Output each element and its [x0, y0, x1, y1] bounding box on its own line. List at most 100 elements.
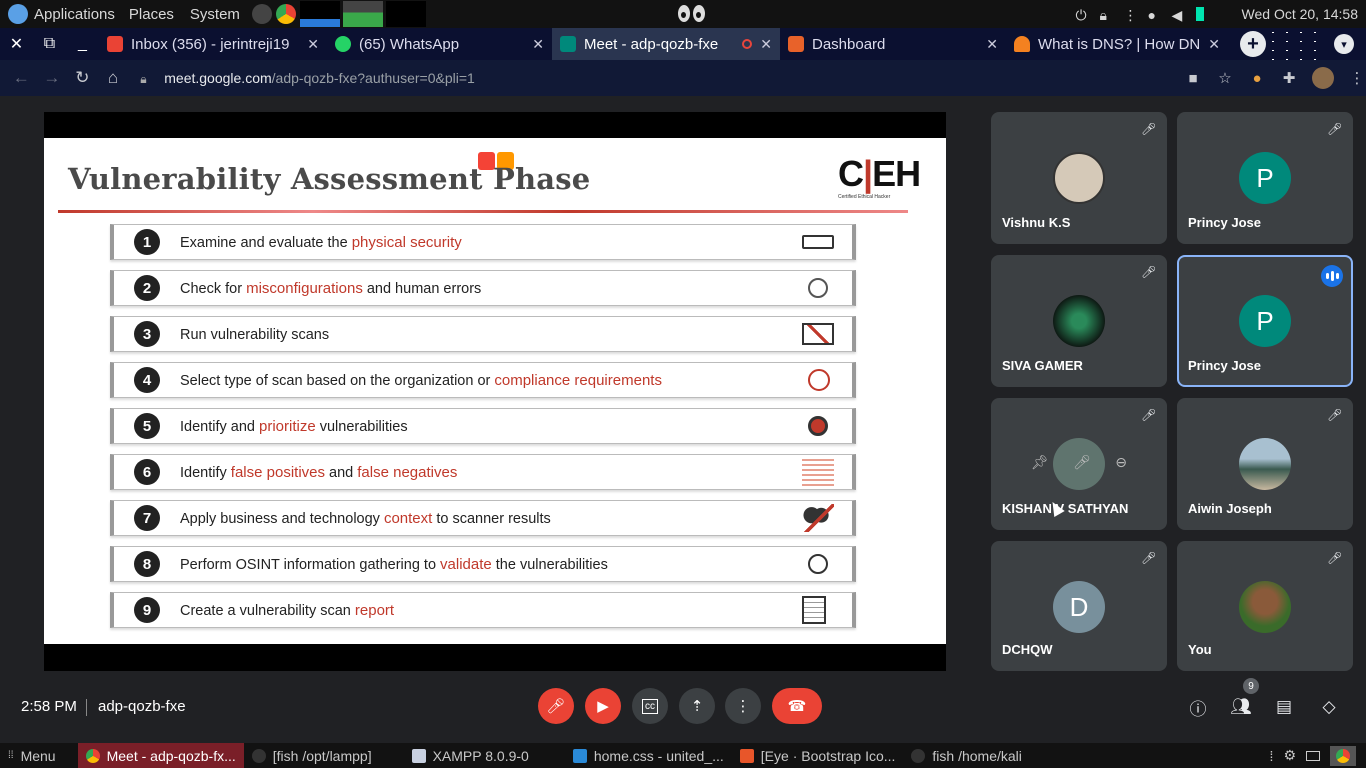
participant-name: You [1188, 642, 1212, 657]
close-tab-icon[interactable]: ✕ [307, 36, 319, 53]
participant-tile[interactable]: 🎤︎ Aiwin Joseph [1177, 398, 1353, 530]
clock[interactable]: Wed Oct 20, 14:58 [1242, 6, 1358, 22]
participant-tile[interactable]: 🎤︎ SIVA GAMER [991, 255, 1167, 387]
participant-tile[interactable]: 🎤︎ Vishnu K.S [991, 112, 1167, 244]
more-options-button[interactable]: ⋮ [725, 688, 761, 724]
microphone-icon[interactable]: ● [1148, 7, 1162, 23]
step-row: 9 Create a vulnerability scan report [110, 592, 856, 628]
toggle-mic-button[interactable]: 🎤︎ [538, 688, 574, 724]
close-tab-icon[interactable]: ✕ [986, 36, 998, 53]
taskbar-item-terminal-lampp[interactable]: [fish /opt/lampp] [244, 743, 380, 768]
close-tab-icon[interactable]: ✕ [1208, 36, 1220, 53]
hang-up-icon: ☎ [787, 698, 807, 715]
tray-chrome-icon[interactable] [1330, 745, 1356, 766]
step-text: Run vulnerability scans [180, 326, 330, 343]
recording-icon [742, 39, 753, 49]
camera-blocked-icon[interactable]: ■ [1184, 69, 1202, 87]
activities-button[interactable]: ◇ [1318, 696, 1340, 718]
present-button[interactable]: ⇡ [679, 688, 715, 724]
url-field[interactable]: 🔒︎ meet.google.com/adp-qozb-fxe?authuser… [140, 64, 1162, 92]
minimize-window-icon[interactable]: _ [66, 28, 99, 60]
participant-tile[interactable]: 🎤︎ D DCHQW [991, 541, 1167, 671]
tab-dashboard[interactable]: Dashboard ✕ [780, 28, 1006, 60]
taskbar: ⁞⁞ Menu Meet - adp-qozb-fx... [fish /opt… [0, 743, 1366, 768]
more-vert-icon[interactable]: ⋮ [1124, 7, 1138, 23]
kali-logo-icon [8, 4, 28, 24]
terminal-launcher-icon[interactable] [251, 4, 272, 24]
volume-icon[interactable]: ◀ [1172, 7, 1186, 23]
new-tab-button[interactable]: + [1240, 31, 1266, 57]
leave-call-button[interactable]: ☎ [772, 688, 822, 724]
lock-icon[interactable]: 🔒︎ [1100, 7, 1114, 23]
step-row: 8 Perform OSINT information gathering to… [110, 546, 856, 582]
mute-participant-icon[interactable]: 🎤︎ [1073, 454, 1091, 471]
tab-dns[interactable]: What is DNS? | How DN ✕ [1006, 28, 1228, 60]
mic-off-icon: 🎤︎ [1141, 122, 1157, 136]
dashboard-icon [788, 36, 804, 52]
tab-title: What is DNS? | How DN [1038, 35, 1201, 53]
pin-icon[interactable]: 📌︎ [1031, 454, 1049, 471]
taskbar-item-meet[interactable]: Meet - adp-qozb-fx... [77, 743, 244, 768]
participant-avatar: D [1053, 581, 1105, 633]
system-menu[interactable]: System [190, 6, 240, 23]
people-icon: 👥︎ [1230, 697, 1252, 716]
power-icon[interactable]: ⏻ [1076, 7, 1090, 23]
bookmark-star-icon[interactable]: ☆ [1216, 69, 1234, 87]
tray-settings-icon[interactable]: ⚙ [1283, 747, 1296, 764]
menu-more-icon[interactable]: ⋮ [1348, 69, 1366, 87]
restore-window-icon[interactable]: ⧉ [33, 28, 66, 60]
captions-button[interactable]: cc [632, 688, 668, 724]
present-screen-icon: ⇡ [690, 698, 704, 715]
places-menu[interactable]: Places [129, 6, 174, 23]
toggle-camera-button[interactable]: ▶ [585, 688, 621, 724]
tab-whatsapp[interactable]: (65) WhatsApp ✕ [327, 28, 552, 60]
tab-title: Inbox (356) - jerintreji19 [131, 35, 290, 53]
close-tab-icon[interactable]: ✕ [760, 36, 772, 53]
participant-tile[interactable]: 🎤︎ P Princy Jose [1177, 112, 1353, 244]
back-button[interactable]: ← [6, 62, 37, 94]
participant-tile-active[interactable]: P Princy Jose [1177, 255, 1353, 387]
profile-avatar[interactable] [1312, 67, 1335, 89]
home-button[interactable]: ⌂ [98, 62, 129, 94]
close-window-icon[interactable]: ✕ [0, 28, 33, 60]
tab-gmail[interactable]: Inbox (356) - jerintreji19 ✕ [99, 28, 327, 60]
chat-icon: ▤ [1275, 697, 1293, 716]
step-number: 7 [134, 505, 160, 531]
chat-button[interactable]: ▤ [1273, 696, 1295, 718]
system-panel: Applications Places System ⏻ 🔒︎ ⋮ ● ◀ We… [0, 0, 1366, 28]
taskbar-item-vscode[interactable]: home.css - united_... [565, 743, 732, 768]
meeting-details-button[interactable]: ⓘ [1187, 696, 1209, 719]
close-tab-icon[interactable]: ✕ [532, 36, 544, 53]
chrome-launcher-icon[interactable] [275, 4, 296, 24]
forward-button[interactable]: → [37, 62, 68, 94]
gmail-icon [107, 36, 123, 52]
tab-title: Meet - adp-qozb-fxe [584, 35, 719, 53]
lock-icon[interactable]: 🔒︎ [140, 72, 152, 86]
tab-meet[interactable]: Meet - adp-qozb-fxe ✕ [552, 28, 780, 60]
taskbar-label: Meet - adp-qozb-fx... [106, 747, 236, 764]
taskbar-item-xampp[interactable]: XAMPP 8.0.9-0 [404, 743, 537, 768]
applications-menu[interactable]: Applications [8, 4, 115, 24]
mic-off-icon: 🎤︎ [546, 698, 566, 715]
extension-icon[interactable]: ● [1248, 69, 1266, 87]
extensions-puzzle-icon[interactable]: ✚ [1280, 69, 1298, 87]
tray-more-icon[interactable]: ⁞ [1270, 748, 1274, 764]
participant-tile[interactable]: 🎤︎ 📌︎ 🎤︎ ⊖ KISHAN V SATHYAN [991, 398, 1167, 530]
more-vert-icon: ⋮ [735, 698, 751, 715]
step-row: 7 Apply business and technology context … [110, 500, 856, 536]
participant-name: Princy Jose [1188, 358, 1261, 373]
step-text: Check for misconfigurations and human er… [180, 279, 482, 297]
participant-tile-self[interactable]: 🎤︎ You [1177, 541, 1353, 671]
taskbar-item-brave[interactable]: [Eye · Bootstrap Ico... [732, 743, 904, 768]
participant-name: Aiwin Joseph [1188, 501, 1272, 516]
tray-window-icon[interactable] [1306, 750, 1320, 761]
tab-search-icon[interactable]: ▾ [1334, 34, 1354, 54]
start-menu-button[interactable]: ⁞⁞ Menu [0, 743, 64, 768]
remove-icon[interactable]: ⊖ [1115, 454, 1127, 471]
people-button[interactable]: 👥︎ [1230, 696, 1252, 718]
menu-grid-icon: ⁞⁞ [8, 750, 14, 761]
reload-button[interactable]: ↻ [67, 62, 98, 94]
cloudflare-icon [1014, 36, 1030, 52]
taskbar-item-terminal-home[interactable]: fish /home/kali [903, 743, 1029, 768]
step-row: 2 Check for misconfigurations and human … [110, 270, 856, 306]
